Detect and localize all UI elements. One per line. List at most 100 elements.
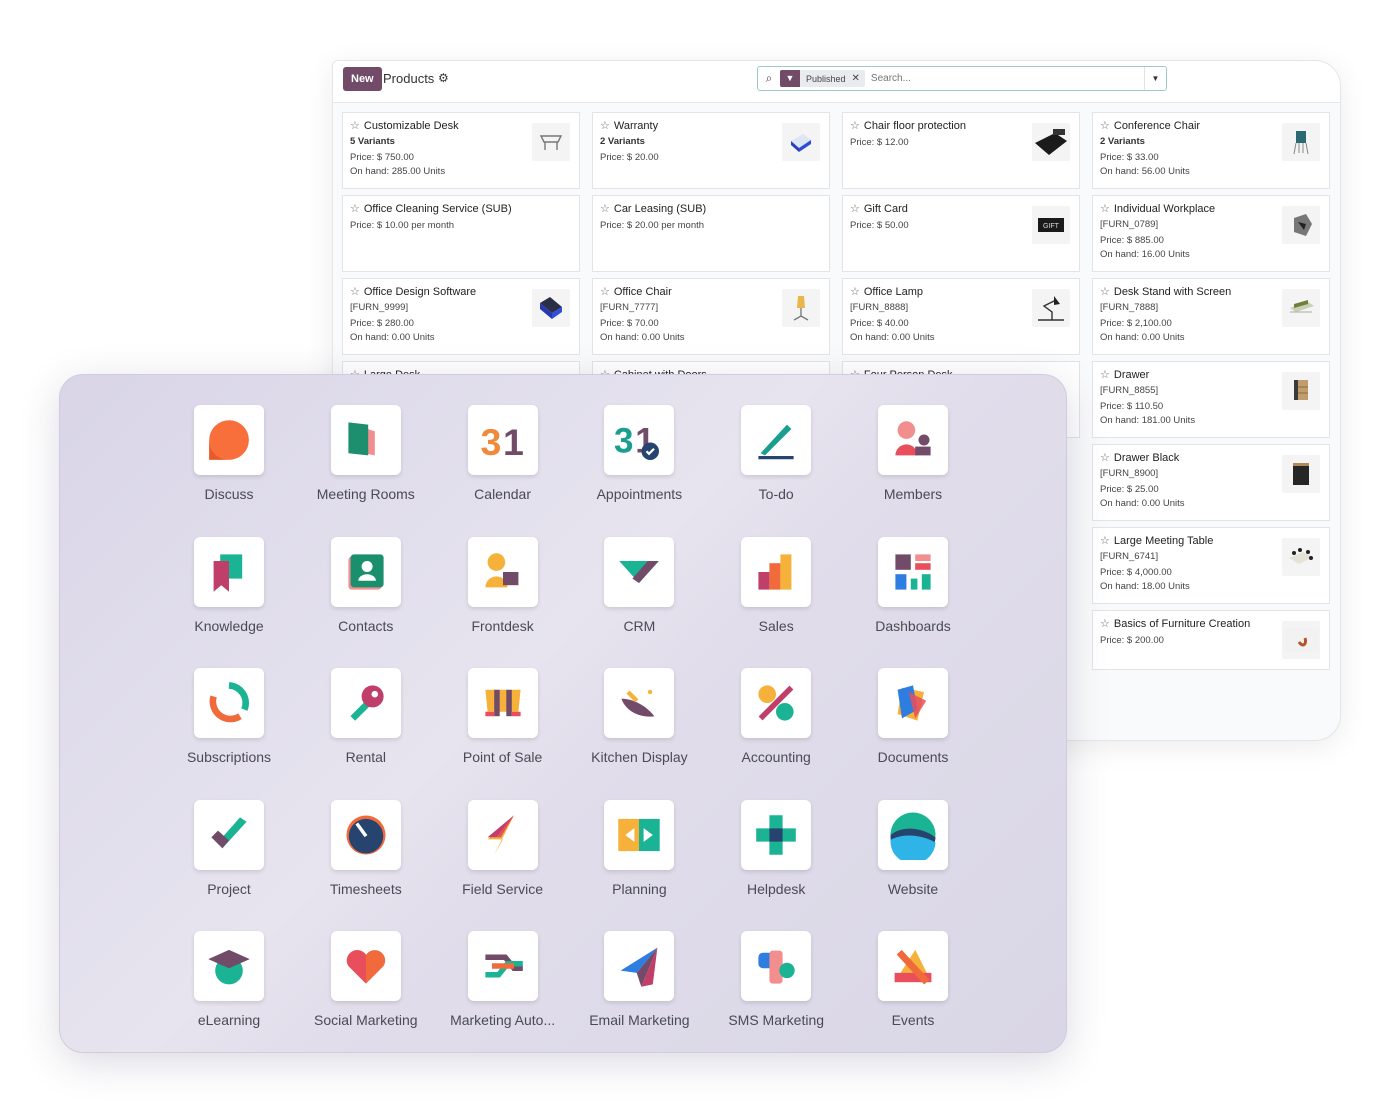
remove-facet-icon[interactable]: ✕ bbox=[852, 73, 865, 84]
product-card[interactable]: ☆ Office Design Software [FURN_9999] Price:… bbox=[342, 278, 580, 355]
app-sms-marketing[interactable]: SMS Marketing bbox=[708, 931, 844, 1028]
app-frontdesk[interactable]: Frontdesk bbox=[435, 536, 571, 634]
sales-icon[interactable] bbox=[741, 536, 812, 607]
app-discuss[interactable]: Discuss bbox=[161, 405, 297, 502]
favorite-star-icon[interactable]: ☆ bbox=[350, 203, 360, 215]
app-website[interactable]: Website bbox=[845, 799, 981, 897]
new-button[interactable]: New bbox=[343, 67, 382, 91]
field-service-icon[interactable] bbox=[467, 799, 538, 870]
app-dashboards[interactable]: Dashboards bbox=[845, 536, 981, 634]
email-marketing-icon[interactable] bbox=[604, 931, 675, 1001]
product-card[interactable]: ☆ Drawer Black [FURN_8900] Price: $ 25.00 On… bbox=[1092, 444, 1330, 521]
app-appointments[interactable]: 3 1 Appointments bbox=[571, 405, 707, 502]
app-social-marketing[interactable]: Social Marketing bbox=[298, 931, 434, 1028]
product-card[interactable]: ☆ Customizable Desk 5 Variants Price: $ 750… bbox=[342, 112, 580, 189]
search-options-dropdown[interactable]: ▼ bbox=[1144, 67, 1166, 90]
favorite-star-icon[interactable]: ☆ bbox=[600, 203, 610, 215]
app-sales[interactable]: Sales bbox=[708, 536, 844, 634]
product-card[interactable]: ☆ Office Cleaning Service (SUB) Price: $ 1… bbox=[342, 195, 580, 272]
app-crm[interactable]: CRM bbox=[571, 536, 707, 634]
app-field-service[interactable]: Field Service bbox=[435, 799, 571, 897]
point-of-sale-icon[interactable] bbox=[467, 668, 538, 738]
app-email-marketing[interactable]: Email Marketing bbox=[571, 931, 707, 1028]
project-icon[interactable] bbox=[194, 799, 264, 870]
meeting-rooms-icon[interactable] bbox=[330, 405, 401, 475]
search-icon[interactable]: ⌕ bbox=[758, 71, 780, 86]
app-helpdesk[interactable]: Helpdesk bbox=[708, 799, 844, 897]
todo-icon[interactable] bbox=[741, 405, 812, 475]
app-point-of-sale[interactable]: Point of Sale bbox=[435, 668, 571, 765]
product-card[interactable]: ☆ Drawer [FURN_8855] Price: $ 110.50 On hand… bbox=[1092, 361, 1330, 438]
calendar-icon[interactable]: 31 bbox=[467, 405, 538, 475]
product-card[interactable]: ☆ Office Lamp [FURN_8888] Price: $ 40.00 On … bbox=[842, 278, 1080, 355]
app-members[interactable]: Members bbox=[845, 405, 981, 502]
contacts-icon[interactable] bbox=[330, 536, 401, 607]
app-rental[interactable]: Rental bbox=[298, 668, 434, 765]
favorite-star-icon[interactable]: ☆ bbox=[850, 203, 860, 215]
favorite-star-icon[interactable]: ☆ bbox=[1100, 535, 1110, 547]
favorite-star-icon[interactable]: ☆ bbox=[850, 286, 860, 298]
favorite-star-icon[interactable]: ☆ bbox=[1100, 369, 1110, 381]
app-documents[interactable]: Documents bbox=[845, 668, 981, 765]
product-card[interactable]: ☆ Warranty 2 Variants Price: $ 20.00 bbox=[592, 112, 830, 189]
crm-icon[interactable] bbox=[604, 536, 675, 607]
favorite-star-icon[interactable]: ☆ bbox=[850, 120, 860, 132]
favorite-star-icon[interactable]: ☆ bbox=[600, 286, 610, 298]
events-icon[interactable] bbox=[878, 931, 948, 1001]
product-name: Drawer bbox=[1113, 369, 1150, 381]
app-marketing-automation[interactable]: Marketing Auto... bbox=[435, 931, 571, 1028]
elearning-icon[interactable] bbox=[194, 931, 264, 1001]
favorite-star-icon[interactable]: ☆ bbox=[350, 286, 360, 298]
sms-marketing-icon[interactable] bbox=[741, 931, 812, 1001]
app-todo[interactable]: To-do bbox=[708, 405, 844, 502]
website-icon[interactable] bbox=[878, 799, 948, 870]
timesheets-icon[interactable] bbox=[330, 799, 401, 870]
app-meeting-rooms[interactable]: Meeting Rooms bbox=[298, 405, 434, 502]
favorite-star-icon[interactable]: ☆ bbox=[1100, 120, 1110, 132]
app-events[interactable]: Events bbox=[845, 931, 981, 1028]
app-knowledge[interactable]: Knowledge bbox=[161, 536, 297, 634]
product-name: Individual Workplace bbox=[1113, 203, 1216, 215]
gear-icon[interactable]: ⚙ bbox=[438, 71, 449, 85]
product-card[interactable]: ☆ Car Leasing (SUB) Price: $ 20.00 per mon… bbox=[592, 195, 830, 272]
favorite-star-icon[interactable]: ☆ bbox=[600, 120, 610, 132]
app-calendar[interactable]: 3 1 Calendar bbox=[435, 405, 571, 502]
appointments-icon[interactable]: 31 bbox=[604, 405, 675, 475]
discuss-icon[interactable] bbox=[194, 405, 264, 475]
app-timesheets[interactable]: Timesheets bbox=[298, 799, 434, 897]
app-contacts[interactable]: Contacts bbox=[298, 536, 434, 634]
product-card[interactable]: ☆ Large Meeting Table [FURN_6741] Price: $ … bbox=[1092, 527, 1330, 604]
knowledge-icon[interactable] bbox=[194, 536, 264, 607]
product-card[interactable]: ☆ Basics of Furniture Creation Price: $ 20… bbox=[1092, 610, 1330, 670]
favorite-star-icon[interactable]: ☆ bbox=[1100, 203, 1110, 215]
helpdesk-icon[interactable] bbox=[741, 799, 812, 870]
app-planning[interactable]: Planning bbox=[571, 799, 707, 897]
favorite-star-icon[interactable]: ☆ bbox=[1100, 618, 1110, 630]
app-elearning[interactable]: eLearning bbox=[161, 931, 297, 1028]
accounting-icon[interactable] bbox=[741, 668, 812, 738]
social-marketing-icon[interactable] bbox=[330, 931, 401, 1001]
members-icon[interactable] bbox=[878, 405, 948, 475]
favorite-star-icon[interactable]: ☆ bbox=[350, 120, 360, 132]
product-card[interactable]: ☆ Office Chair [FURN_7777] Price: $ 70.00 On… bbox=[592, 278, 830, 355]
kitchen-display-icon[interactable] bbox=[604, 668, 675, 738]
product-card[interactable]: ☆ Individual Workplace [FURN_0789] Price: $… bbox=[1092, 195, 1330, 272]
app-accounting[interactable]: Accounting bbox=[708, 668, 844, 765]
marketing-automation-icon[interactable] bbox=[467, 931, 538, 1001]
favorite-star-icon[interactable]: ☆ bbox=[1100, 452, 1110, 464]
subscriptions-icon[interactable] bbox=[194, 668, 264, 738]
frontdesk-icon[interactable] bbox=[467, 536, 538, 607]
app-subscriptions[interactable]: Subscriptions bbox=[161, 668, 297, 765]
rental-icon[interactable] bbox=[330, 668, 401, 738]
planning-icon[interactable] bbox=[604, 799, 675, 870]
app-project[interactable]: Project bbox=[161, 799, 297, 897]
product-card[interactable]: ☆ Gift Card Price: $ 50.00 GIFT bbox=[842, 195, 1080, 272]
documents-icon[interactable] bbox=[878, 668, 948, 738]
app-kitchen-display[interactable]: Kitchen Display bbox=[571, 668, 707, 765]
search-input[interactable] bbox=[864, 73, 1144, 84]
favorite-star-icon[interactable]: ☆ bbox=[1100, 286, 1110, 298]
dashboards-icon[interactable] bbox=[878, 536, 948, 607]
product-card[interactable]: ☆ Conference Chair 2 Variants Price: $ 33.0… bbox=[1092, 112, 1330, 189]
product-card[interactable]: ☆ Desk Stand with Screen [FURN_7888] Price:… bbox=[1092, 278, 1330, 355]
product-card[interactable]: ☆ Chair floor protection Price: $ 12.00 bbox=[842, 112, 1080, 189]
